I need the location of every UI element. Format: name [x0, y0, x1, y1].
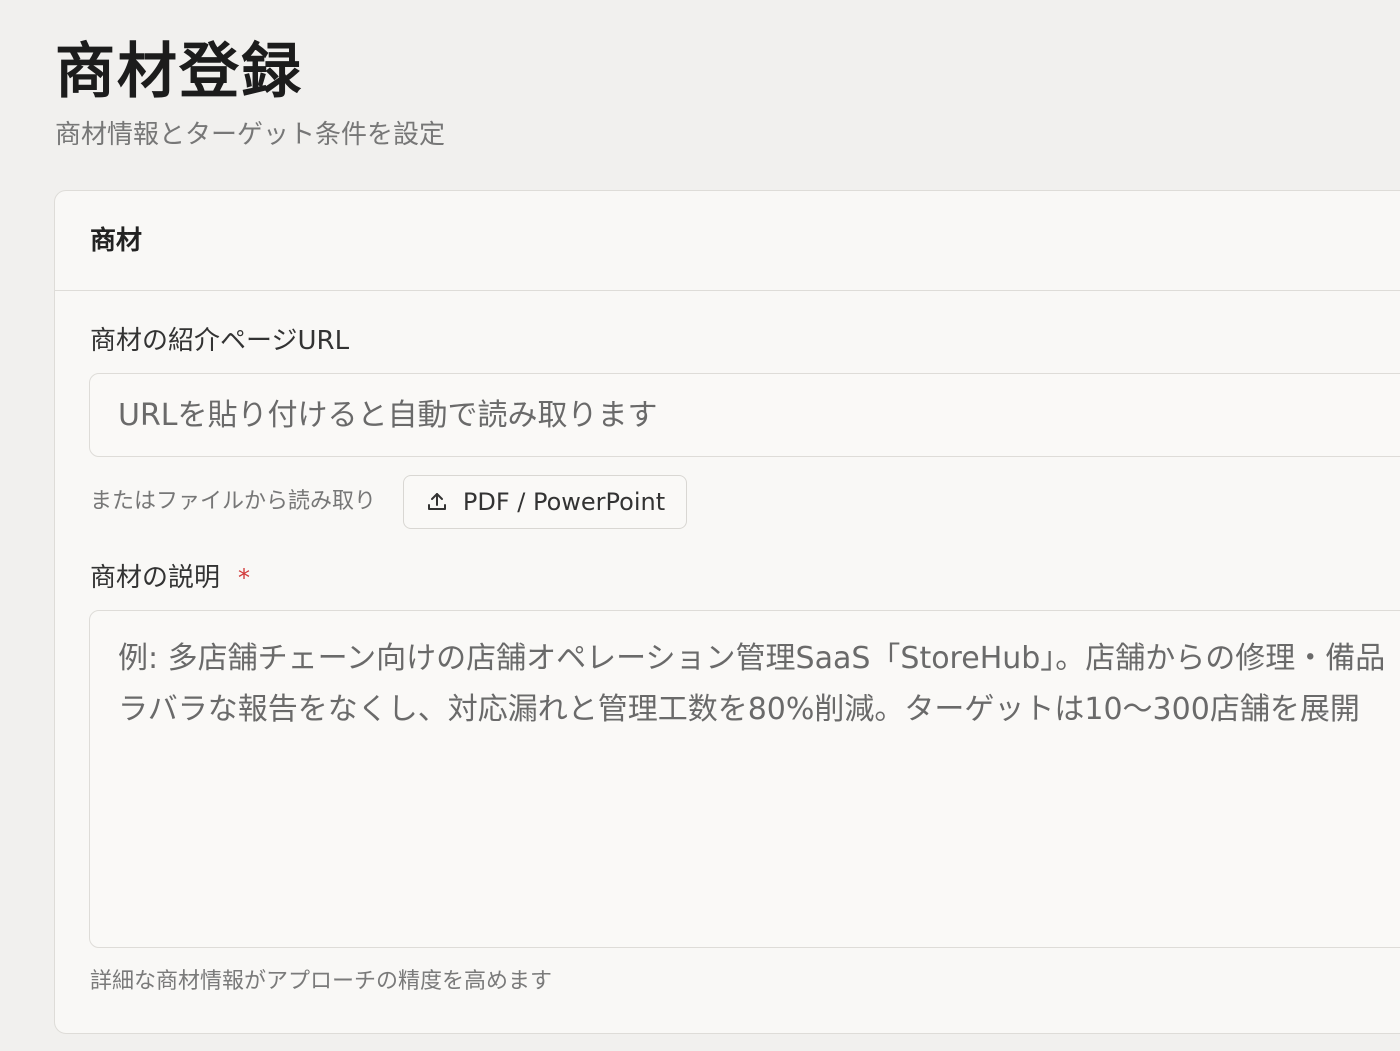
required-mark: * [238, 564, 251, 592]
description-help-text: 詳細な商材情報がアプローチの精度を高めます [90, 969, 553, 994]
description-field-label: 商材の説明 * [90, 560, 250, 596]
file-import-hint: またはファイルから読み取り [90, 489, 377, 514]
url-input[interactable] [89, 373, 1400, 457]
page-title: 商材登録 [55, 37, 303, 107]
description-textarea[interactable] [89, 610, 1400, 948]
upload-button-label: PDF / PowerPoint [462, 488, 666, 516]
page-subtitle: 商材情報とターゲット条件を設定 [55, 120, 446, 150]
upload-file-button[interactable]: PDF / PowerPoint [403, 475, 687, 529]
url-field-label: 商材の紹介ページURL [90, 326, 350, 356]
card-header: 商材 [55, 191, 1400, 291]
card-title: 商材 [90, 226, 143, 256]
upload-icon [427, 493, 446, 510]
description-label-text: 商材の説明 [90, 563, 221, 593]
